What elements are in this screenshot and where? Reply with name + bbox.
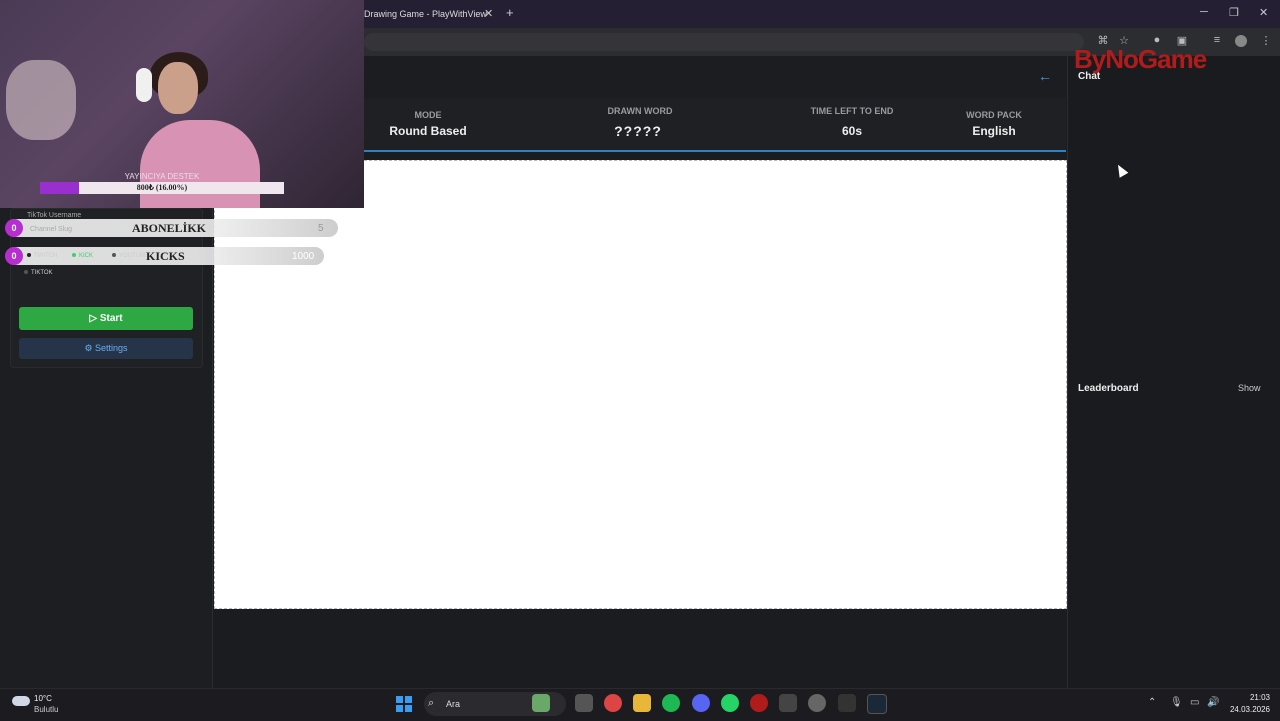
clock-time[interactable]: 21:03 [1238,693,1270,702]
browser-menu-icon[interactable]: ⋮ [1259,34,1273,47]
search-icon: ⌕ [428,697,435,709]
settings-button-label: Settings [95,343,128,353]
time-left-value: 60s [841,124,863,138]
file-explorer-icon[interactable] [633,694,651,712]
platform-twitch[interactable]: TWITCH [27,253,57,259]
spotify-icon[interactable] [662,694,680,712]
media-icon[interactable]: ≡ [1210,34,1224,46]
platform-kick-label: KICK [79,253,94,259]
word-pack-label: WORD PACK [966,110,1022,120]
red-app-icon[interactable] [750,694,768,712]
drawn-word-label: DRAWN WORD [607,106,673,116]
game-header [364,56,1066,98]
goal-title-kicks: KICKS [146,249,185,263]
teddy-bear-image [6,60,76,140]
close-window-button[interactable]: ✕ [1259,6,1268,19]
mode-label: MODE [414,110,442,120]
minimize-window-button[interactable]: ─ [1200,6,1208,18]
task-view-icon[interactable] [575,694,593,712]
platform-tiktok[interactable]: TIKTOK [24,270,53,276]
clock-date[interactable]: 24.03.2026 [1228,705,1270,714]
capcut-icon[interactable] [838,694,856,712]
epic-games-icon[interactable] [779,694,797,712]
time-left-label: TIME LEFT TO END [810,106,894,116]
platform-tiktok-label: TIKTOK [31,270,53,276]
whatsapp-icon[interactable] [721,694,739,712]
weather-temperature: 10°C [34,694,52,703]
donation-progress-text: 800₺ (16.00%) [136,183,188,192]
platform-twitch-label: TWITCH [34,253,58,259]
goal-count-subscriptions: 5 [318,223,324,234]
platform-kick[interactable]: KICK [72,253,93,259]
word-pack-value: English [972,124,1016,138]
bynogame-watermark: ByNoGame [1074,44,1207,74]
weather-condition: Bulutlu [34,705,59,714]
windows-start-icon[interactable] [396,696,412,712]
back-arrow-icon[interactable]: ← [1038,68,1052,84]
headset-image [136,68,152,102]
obs-icon[interactable] [808,694,826,712]
cloud-icon[interactable] [12,696,30,706]
widget-image-icon[interactable] [532,694,550,712]
network-icon[interactable]: ▭ [1190,697,1199,708]
tray-chevron-up-icon[interactable]: ⌃ [1148,697,1156,708]
maximize-window-button[interactable]: ❐ [1229,6,1239,19]
close-tab-icon[interactable]: ✕ [484,7,493,20]
steam-icon[interactable] [867,694,887,714]
mode-value: Round Based [389,124,467,138]
start-button-label: Start [99,313,123,324]
platform-youtube-label: YOUTUBE [119,253,149,259]
channel-slug-input[interactable]: Channel Slug [30,226,72,233]
chrome-icon[interactable] [604,694,622,712]
profile-avatar[interactable] [1235,35,1247,47]
tiktok-username-label: TikTok Username [27,212,82,219]
drawing-canvas[interactable] [214,160,1067,609]
drawn-word-value: ????? [614,123,662,139]
start-button[interactable]: ▷ Start [19,307,193,330]
microphone-icon[interactable]: 🎙 [1170,697,1183,708]
leaderboard-title: Leaderboard [1078,383,1139,394]
leaderboard-show-button[interactable]: Show [1238,383,1261,393]
goal-badge-kicks: 0 [5,247,23,265]
right-panel [1067,56,1280,688]
streamer-face-image [158,62,198,114]
url-field[interactable] [364,33,1084,51]
streamer-body-image [140,120,260,208]
goal-count-kicks: 1000 [292,251,315,262]
new-tab-button[interactable]: + [506,5,514,20]
browser-tab[interactable]: Drawing Game - PlayWithView [364,0,500,28]
discord-icon[interactable] [692,694,710,712]
goal-title-subscriptions: ABONELİKK [132,221,207,235]
platform-youtube[interactable]: YOUTUBE [112,253,148,259]
goal-badge-subscriptions: 0 [5,219,23,237]
panel-divider [212,208,213,688]
taskbar-search-placeholder: Ara [446,699,461,709]
donation-label: YAYINCIYA DESTEK [124,172,200,181]
settings-button[interactable]: ⚙ Settings [19,338,193,359]
volume-icon[interactable]: 🔊 [1207,697,1219,708]
